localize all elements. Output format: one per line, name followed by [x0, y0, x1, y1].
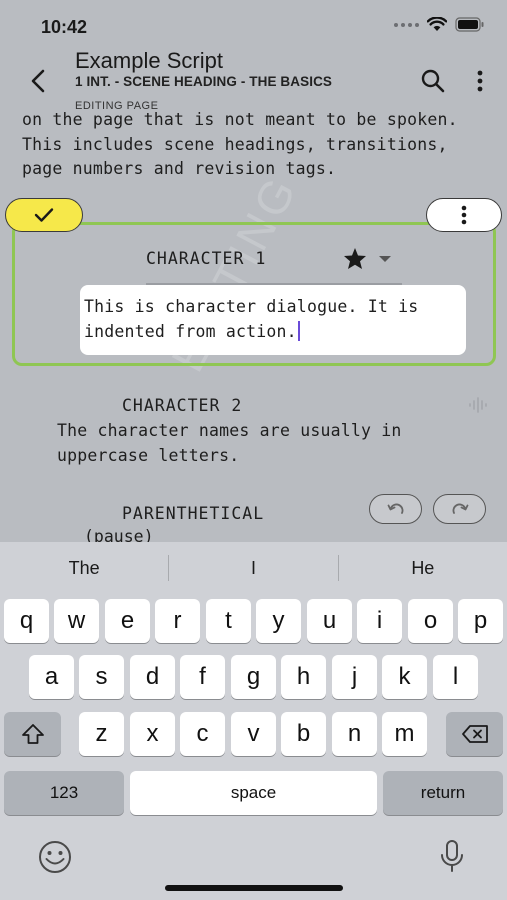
key-j[interactable]: j — [332, 655, 377, 699]
space-key[interactable]: space — [130, 771, 377, 815]
key-m[interactable]: m — [382, 712, 427, 756]
delete-key[interactable] — [446, 712, 503, 756]
keyboard: The I He q w e r t y u i o p a s d f g h… — [0, 542, 507, 900]
microphone-icon — [441, 840, 463, 872]
dialogue-input[interactable]: This is character dialogue. It is indent… — [80, 285, 466, 355]
key-l[interactable]: l — [433, 655, 478, 699]
back-button[interactable] — [24, 66, 52, 96]
key-h[interactable]: h — [281, 655, 326, 699]
undo-icon — [387, 503, 403, 514]
backspace-icon — [461, 725, 488, 743]
shift-key[interactable] — [4, 712, 61, 756]
key-r[interactable]: r — [155, 599, 200, 643]
script-title: Example Script — [75, 48, 223, 73]
home-indicator[interactable] — [165, 885, 343, 891]
emoji-button[interactable] — [37, 839, 73, 875]
redo-button[interactable] — [433, 494, 486, 524]
suggestion-bar: The I He — [0, 542, 507, 594]
checkmark-icon — [34, 208, 54, 222]
key-i[interactable]: i — [357, 599, 402, 643]
suggestion-item[interactable]: The — [0, 558, 168, 579]
status-icons — [394, 17, 485, 32]
confirm-button[interactable] — [5, 198, 83, 232]
status-bar: 10:42 — [0, 0, 507, 44]
key-p[interactable]: p — [458, 599, 503, 643]
key-s[interactable]: s — [79, 655, 124, 699]
action-text: on the page that is not meant to be spok… — [22, 110, 458, 178]
character-2-name: CHARACTER 2 — [122, 396, 243, 415]
search-button[interactable] — [420, 68, 446, 94]
character-2-dialogue: The character names are usually in upper… — [57, 421, 402, 465]
emoji-icon — [39, 841, 71, 873]
key-x[interactable]: x — [130, 712, 175, 756]
key-k[interactable]: k — [382, 655, 427, 699]
status-time: 10:42 — [41, 17, 88, 37]
search-icon — [421, 69, 445, 93]
script-content[interactable]: on the page that is not meant to be spok… — [0, 105, 507, 542]
numbers-key[interactable]: 123 — [4, 771, 124, 815]
key-y[interactable]: y — [256, 599, 301, 643]
dialogue-input-text: This is character dialogue. It is indent… — [84, 297, 419, 341]
suggestion-item[interactable]: He — [339, 558, 507, 579]
more-vertical-icon — [461, 205, 467, 225]
key-v[interactable]: v — [231, 712, 276, 756]
key-g[interactable]: g — [231, 655, 276, 699]
key-o[interactable]: o — [408, 599, 453, 643]
audio-waveform-icon — [469, 397, 487, 413]
key-u[interactable]: u — [307, 599, 352, 643]
key-t[interactable]: t — [206, 599, 251, 643]
key-f[interactable]: f — [180, 655, 225, 699]
chevron-left-icon — [31, 69, 45, 93]
app-header: Example Script 1 INT. - SCENE HEADING - … — [0, 44, 507, 110]
key-a[interactable]: a — [29, 655, 74, 699]
header-more-button[interactable] — [470, 68, 490, 94]
battery-icon — [455, 17, 484, 32]
caret-down-icon[interactable] — [378, 255, 392, 263]
text-caret — [297, 321, 300, 341]
key-n[interactable]: n — [332, 712, 377, 756]
key-e[interactable]: e — [105, 599, 150, 643]
return-key[interactable]: return — [383, 771, 503, 815]
undo-button[interactable] — [369, 494, 422, 524]
key-b[interactable]: b — [281, 712, 326, 756]
star-icon[interactable] — [343, 247, 367, 270]
redo-icon — [452, 503, 468, 514]
key-d[interactable]: d — [130, 655, 175, 699]
shift-icon — [21, 724, 44, 744]
block-more-button[interactable] — [426, 198, 502, 232]
key-c[interactable]: c — [180, 712, 225, 756]
key-q[interactable]: q — [4, 599, 49, 643]
key-w[interactable]: w — [54, 599, 99, 643]
scene-heading-subtitle: 1 INT. - SCENE HEADING - THE BASICS — [75, 74, 333, 89]
parenthetical-text: (pause) — [84, 527, 154, 542]
cellular-signal-icon — [394, 22, 419, 27]
key-z[interactable]: z — [79, 712, 124, 756]
wifi-icon — [427, 17, 447, 31]
parenthetical-name: PARENTHETICAL — [122, 504, 265, 523]
character-name-field[interactable]: CHARACTER 1 — [146, 249, 266, 268]
dictation-button[interactable] — [439, 839, 465, 875]
more-vertical-icon — [477, 70, 483, 92]
suggestion-item[interactable]: I — [169, 558, 337, 579]
